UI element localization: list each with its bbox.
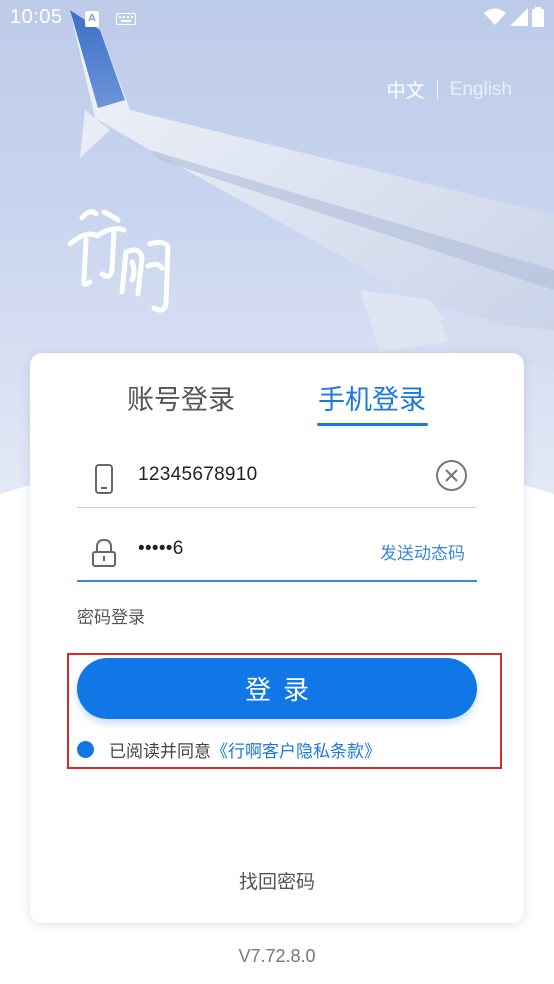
agreement-row: 已阅读并同意 《行啊客户隐私条款》 (77, 737, 381, 762)
language-divider (436, 79, 438, 100)
phone-field[interactable]: 12345678910 (77, 450, 477, 508)
send-code-button[interactable]: 发送动态码 (380, 539, 465, 564)
tab-account-login[interactable]: 账号登录 (127, 378, 235, 417)
text-notification-icon: A (85, 11, 99, 27)
mobile-phone-icon (95, 464, 113, 494)
active-tab-indicator (317, 423, 428, 426)
login-button[interactable]: 登录 (77, 658, 477, 719)
tab-phone-login[interactable]: 手机登录 (318, 378, 426, 417)
clear-icon[interactable] (436, 460, 467, 491)
status-time: 10:05 (10, 6, 63, 28)
battery-icon (532, 7, 544, 27)
agreement-text: 已阅读并同意 (109, 742, 211, 762)
privacy-terms-link[interactable]: 《行啊客户隐私条款》 (211, 737, 381, 762)
app-version: V7.72.8.0 (238, 946, 316, 966)
language-english[interactable]: English (450, 79, 512, 101)
password-login-link[interactable]: 密码登录 (77, 603, 145, 628)
signal-icon (510, 8, 528, 26)
status-bar: 10:05 A (0, 0, 554, 38)
agreement-checkbox[interactable] (77, 741, 94, 758)
login-card: 账号登录 手机登录 12345678910 •••••6 发送动态码 密码登录 … (30, 353, 524, 923)
lock-icon (92, 538, 116, 567)
verification-code-field[interactable]: •••••6 发送动态码 (77, 524, 477, 582)
language-chinese[interactable]: 中文 (387, 76, 425, 103)
verification-code-input[interactable]: •••••6 (138, 538, 184, 560)
language-switch: 中文 English (387, 76, 512, 103)
wifi-icon (484, 8, 506, 25)
keyboard-icon (116, 13, 136, 25)
forgot-password-link[interactable]: 找回密码 (30, 867, 524, 894)
app-logo: 行啊 (67, 209, 171, 313)
phone-input[interactable]: 12345678910 (138, 464, 258, 486)
